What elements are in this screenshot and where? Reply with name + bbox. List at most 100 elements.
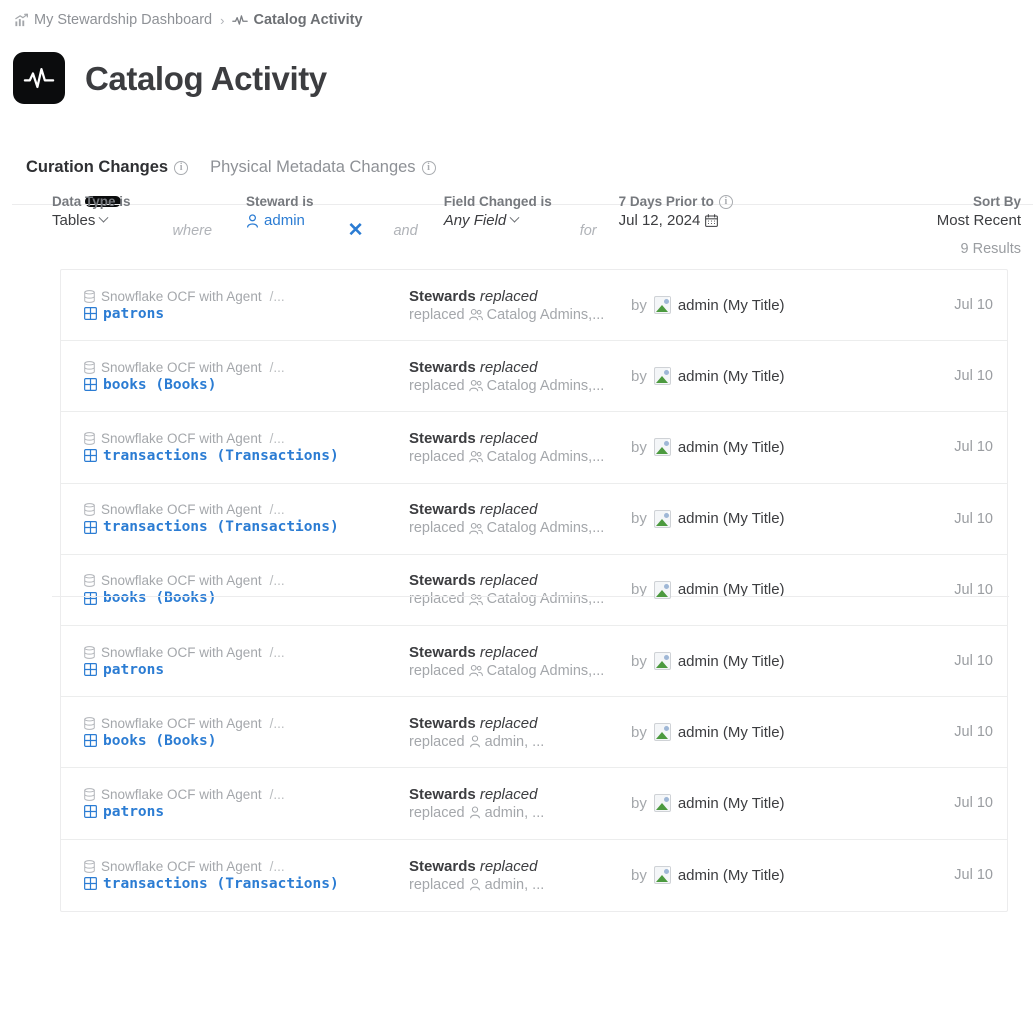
- breadcrumb-item-catalog-activity[interactable]: Catalog Activity: [232, 12, 363, 28]
- asset-path-more: /...: [269, 288, 285, 304]
- asset-source: Snowflake OCF with Agent: [101, 644, 262, 660]
- asset-name-text: patrons: [103, 661, 165, 678]
- change-detail-verb: replaced: [409, 662, 465, 679]
- table-row[interactable]: Snowflake OCF with Agent /... books (Boo…: [61, 341, 1007, 413]
- tab-curation-changes[interactable]: Curation Changes i: [26, 158, 189, 179]
- change-summary: Stewards replaced: [409, 572, 631, 589]
- table-row[interactable]: Snowflake OCF with Agent /... patrons St…: [61, 626, 1007, 698]
- asset-source-path: Snowflake OCF with Agent /...: [84, 716, 409, 731]
- breadcrumb-item-dashboard[interactable]: My Stewardship Dashboard: [14, 12, 212, 28]
- change-detail: replaced Catalog Admins,...: [409, 520, 631, 536]
- person-icon: [469, 735, 481, 748]
- chevron-down-icon: [509, 212, 520, 223]
- tab-physical-metadata-changes[interactable]: Physical Metadata Changes i: [210, 158, 436, 179]
- change-detail-verb: replaced: [409, 733, 465, 750]
- author-name: admin (My Title): [677, 652, 785, 670]
- info-icon[interactable]: i: [718, 194, 733, 209]
- asset-link[interactable]: transactions (Transactions): [84, 448, 409, 464]
- filter-label: 7 Days Prior to i: [619, 194, 733, 209]
- change-field: Stewards: [409, 429, 476, 447]
- database-icon: [84, 289, 95, 303]
- change-detail-value: admin, ...: [484, 876, 545, 893]
- row-change-cell: Stewards replaced replaced admin, ...: [409, 715, 631, 750]
- by-word: by: [631, 367, 647, 385]
- row-date: Jul 10: [954, 724, 993, 741]
- asset-link[interactable]: patrons: [84, 662, 409, 678]
- results-divider: [52, 596, 1009, 597]
- filter-data-type: Data Type is Tables: [52, 194, 131, 229]
- change-action: replaced: [479, 785, 538, 803]
- asset-source: Snowflake OCF with Agent: [101, 502, 262, 518]
- change-field: Stewards: [409, 785, 476, 803]
- row-date: Jul 10: [954, 368, 993, 385]
- asset-source-path: Snowflake OCF with Agent /...: [84, 502, 409, 517]
- row-date: Jul 10: [954, 795, 993, 812]
- asset-path-more: /...: [269, 786, 285, 802]
- clear-steward-filter-button[interactable]: ✕: [348, 221, 364, 241]
- table-row[interactable]: Snowflake OCF with Agent /... books (Boo…: [61, 697, 1007, 769]
- table-grid-icon: [84, 877, 97, 891]
- table-grid-icon: [84, 307, 97, 321]
- sort-value[interactable]: Most Recent: [937, 212, 1021, 229]
- author-name: admin (My Title): [677, 723, 785, 741]
- asset-link[interactable]: transactions (Transactions): [84, 876, 409, 892]
- asset-source: Snowflake OCF with Agent: [101, 288, 262, 304]
- asset-source-path: Snowflake OCF with Agent /...: [84, 645, 409, 660]
- filter-field-changed: Field Changed is Any Field: [444, 194, 552, 229]
- row-author-cell: by admin (My Title): [631, 794, 905, 813]
- row-change-cell: Stewards replaced replaced admin, ...: [409, 786, 631, 821]
- info-icon[interactable]: i: [421, 160, 436, 175]
- author-name: admin (My Title): [677, 866, 785, 884]
- table-row[interactable]: Snowflake OCF with Agent /... transactio…: [61, 840, 1007, 911]
- asset-path-more: /...: [269, 430, 285, 446]
- change-detail-value: admin, ...: [484, 733, 545, 750]
- change-action: replaced: [479, 714, 538, 732]
- person-icon: [246, 213, 259, 228]
- change-detail-verb: replaced: [409, 448, 465, 465]
- data-type-dropdown[interactable]: Tables: [52, 212, 131, 229]
- asset-link[interactable]: books (Books): [84, 733, 409, 749]
- asset-link[interactable]: patrons: [84, 306, 409, 322]
- asset-source: Snowflake OCF with Agent: [101, 786, 262, 802]
- change-summary: Stewards replaced: [409, 786, 631, 803]
- table-row[interactable]: Snowflake OCF with Agent /... transactio…: [61, 412, 1007, 484]
- breadcrumb-label: Catalog Activity: [253, 12, 363, 28]
- asset-name-text: patrons: [103, 305, 165, 322]
- field-changed-dropdown[interactable]: Any Field: [444, 212, 552, 229]
- activity-pulse-icon: [23, 65, 55, 91]
- chevron-down-icon: [98, 212, 109, 223]
- asset-link[interactable]: transactions (Transactions): [84, 519, 409, 535]
- change-summary: Stewards replaced: [409, 288, 631, 305]
- author-name: admin (My Title): [677, 296, 785, 314]
- date-picker[interactable]: Jul 12, 2024: [619, 212, 733, 229]
- by-word: by: [631, 794, 647, 812]
- field-changed-value: Any Field: [443, 212, 507, 229]
- info-icon[interactable]: i: [174, 160, 189, 175]
- table-row[interactable]: Snowflake OCF with Agent /... patrons St…: [61, 768, 1007, 840]
- table-row[interactable]: Snowflake OCF with Agent /... patrons St…: [61, 270, 1007, 342]
- change-detail-verb: replaced: [409, 804, 465, 821]
- asset-link[interactable]: patrons: [84, 804, 409, 820]
- table-row[interactable]: Snowflake OCF with Agent /... books (Boo…: [61, 555, 1007, 626]
- change-detail-value: Catalog Admins,...: [486, 306, 605, 323]
- page-header: Catalog Activity: [0, 26, 1033, 104]
- row-change-cell: Stewards replaced replaced Catalog Admin…: [409, 430, 631, 465]
- asset-source-path: Snowflake OCF with Agent /...: [84, 573, 409, 588]
- row-asset-cell: Snowflake OCF with Agent /... transactio…: [84, 859, 409, 892]
- conjunction-for: for: [579, 223, 597, 239]
- tab-label: Physical Metadata Changes: [210, 158, 416, 176]
- asset-name-text: transactions (Transactions): [103, 875, 339, 892]
- steward-value-chip[interactable]: admin: [246, 212, 314, 229]
- row-author-cell: by admin (My Title): [631, 509, 905, 528]
- change-detail-verb: replaced: [409, 876, 465, 893]
- asset-link[interactable]: books (Books): [84, 590, 409, 606]
- change-detail-value: admin, ...: [484, 804, 545, 821]
- change-action: replaced: [479, 287, 538, 305]
- row-asset-cell: Snowflake OCF with Agent /... books (Boo…: [84, 573, 409, 606]
- group-icon: [468, 308, 483, 321]
- asset-source-path: Snowflake OCF with Agent /...: [84, 431, 409, 446]
- asset-link[interactable]: books (Books): [84, 377, 409, 393]
- table-row[interactable]: Snowflake OCF with Agent /... transactio…: [61, 484, 1007, 555]
- group-icon: [468, 450, 483, 463]
- change-summary: Stewards replaced: [409, 644, 631, 661]
